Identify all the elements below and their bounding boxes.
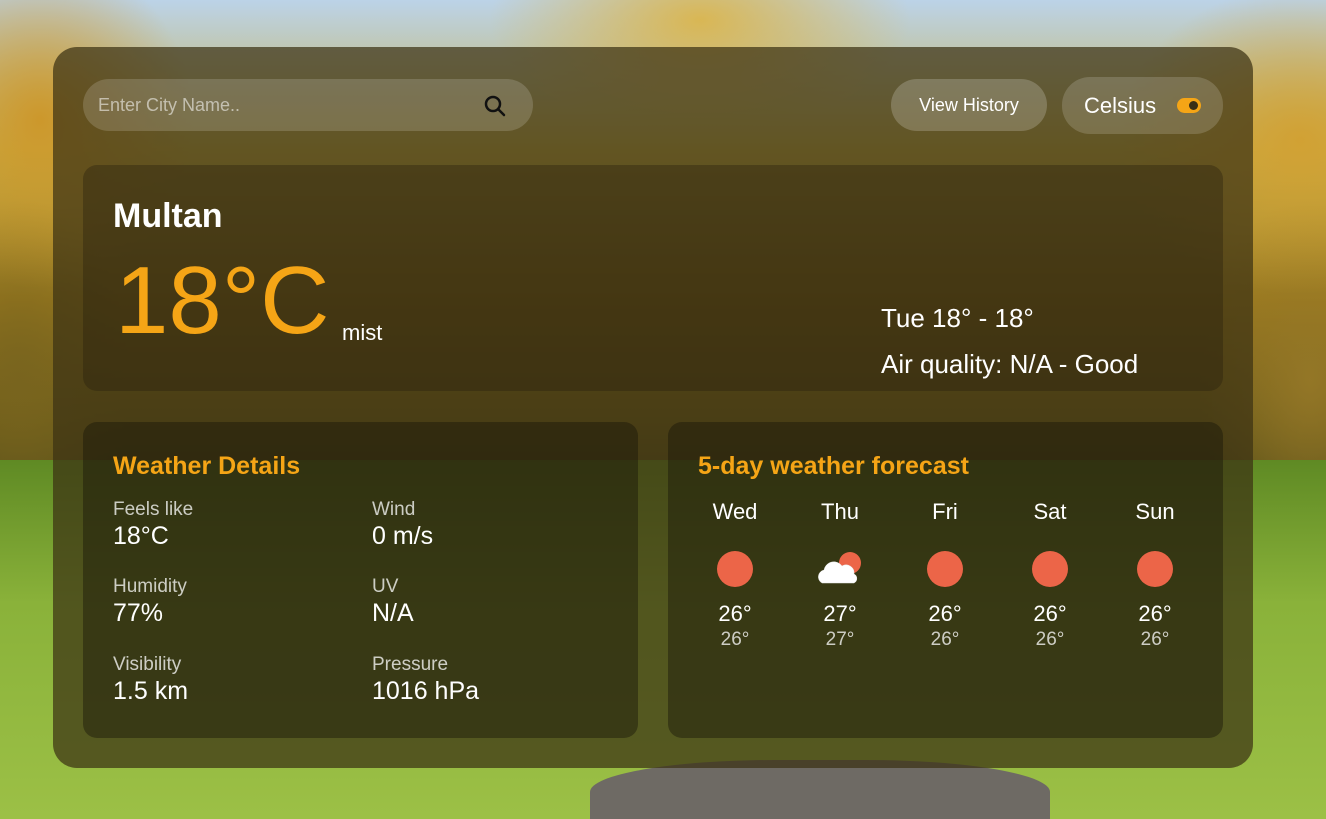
unit-toggle-button[interactable]: Celsius [1062, 77, 1223, 134]
detail-value: 1016 hPa [372, 677, 480, 705]
air-quality: Air quality: N/A - Good [881, 349, 1139, 379]
detail-label: Visibility [113, 654, 182, 675]
weather-details-title: Weather Details [113, 452, 301, 480]
forecast-day-name: Sat [1033, 499, 1067, 524]
detail-visibility: Visibility 1.5 km [113, 654, 188, 706]
sun-icon [1135, 549, 1175, 589]
forecast-day-name: Sun [1135, 499, 1175, 524]
detail-humidity: Humidity 77% [113, 576, 187, 628]
sun-icon [925, 549, 965, 589]
forecast-day: Wed 26° 26° [695, 499, 775, 651]
weather-details-panel: Weather Details Feels like 18°C Wind 0 m… [83, 422, 638, 738]
forecast-low: 26° [1035, 629, 1065, 650]
forecast-day-name: Fri [932, 499, 958, 524]
detail-label: Feels like [113, 499, 194, 520]
forecast-high: 26° [1138, 601, 1172, 626]
forecast-title: 5-day weather forecast [698, 452, 969, 480]
forecast-high: 26° [928, 601, 962, 626]
forecast-low: 27° [825, 629, 855, 650]
view-history-button[interactable]: View History [891, 79, 1047, 131]
forecast-day: Sun 26° 26° [1115, 499, 1195, 651]
detail-wind: Wind 0 m/s [372, 499, 433, 551]
forecast-high: 26° [1033, 601, 1067, 626]
forecast-day: Fri 26° 26° [905, 499, 985, 651]
unit-label: Celsius [1084, 93, 1157, 118]
sun-icon [1030, 549, 1070, 589]
detail-value: 77% [113, 599, 164, 627]
toggle-switch-icon[interactable] [1177, 98, 1201, 113]
detail-label: Wind [372, 499, 416, 520]
detail-label: Humidity [113, 576, 187, 597]
forecast-high: 26° [718, 601, 752, 626]
current-temperature: 18°C [115, 247, 330, 354]
temperature-range: Tue 18° - 18° [881, 303, 1034, 333]
forecast-high: 27° [823, 601, 857, 626]
detail-label: Pressure [372, 654, 449, 675]
search-bar [83, 79, 533, 131]
search-icon[interactable] [483, 94, 507, 118]
partly-cloudy-icon [818, 549, 861, 589]
detail-label: UV [372, 576, 399, 597]
forecast-low: 26° [1140, 629, 1170, 650]
city-name: Multan [113, 197, 223, 235]
forecast-low: 26° [930, 629, 960, 650]
sun-icon [715, 549, 755, 589]
weather-card: View History Celsius Multan 18°C mist Tu… [53, 47, 1253, 768]
current-weather-panel: Multan 18°C mist Tue 18° - 18° Air quali… [83, 165, 1223, 391]
forecast-day-name: Wed [712, 499, 758, 524]
forecast-panel: 5-day weather forecast Wed 26° 26° Thu 2… [668, 422, 1223, 738]
search-input[interactable] [83, 79, 478, 131]
detail-value: 0 m/s [372, 522, 434, 550]
detail-uv: UV N/A [372, 576, 414, 628]
detail-pressure: Pressure 1016 hPa [372, 654, 479, 706]
forecast-day: Thu 27° 27° [800, 499, 880, 651]
detail-value: 1.5 km [113, 677, 189, 705]
forecast-low: 26° [720, 629, 750, 650]
detail-value: 18°C [113, 522, 169, 550]
weather-description: mist [342, 320, 383, 345]
forecast-day-name: Thu [821, 499, 859, 524]
detail-value: N/A [372, 599, 414, 627]
detail-feels-like: Feels like 18°C [113, 499, 193, 551]
forecast-day: Sat 26° 26° [1010, 499, 1090, 651]
